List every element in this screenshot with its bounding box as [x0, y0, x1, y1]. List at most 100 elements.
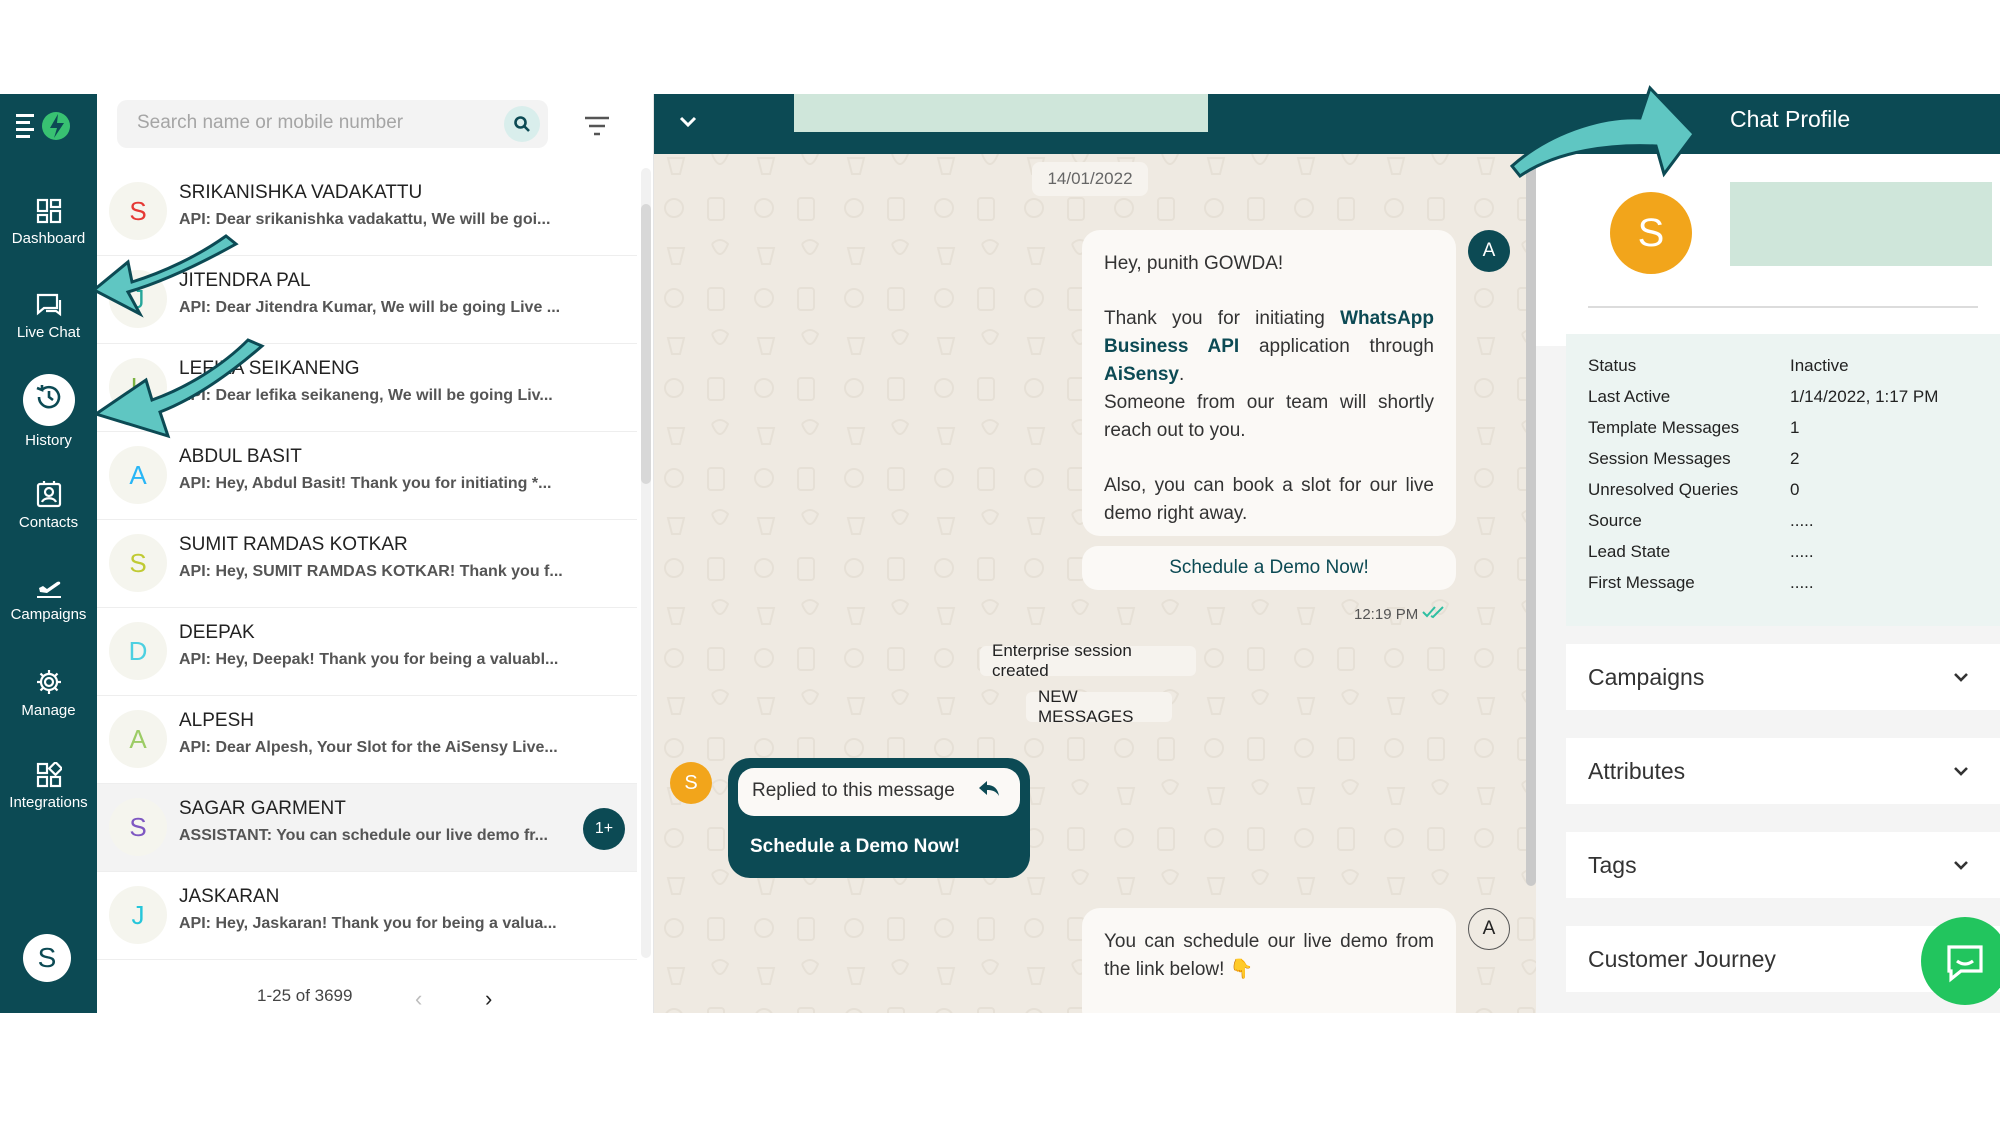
nav-live-chat-label: Live Chat [16, 324, 81, 341]
chat-list: S SRIKANISHKA VADAKATTU API: Dear srikan… [97, 168, 637, 960]
read-ticks-icon [1422, 604, 1446, 624]
nav-manage[interactable]: Manage [0, 668, 97, 746]
last-message-preview: ASSISTANT: You can schedule our live dem… [179, 827, 548, 844]
info-row: First Message..... [1588, 573, 1814, 592]
dashboard-icon [36, 198, 61, 224]
message-team: Someone from our team will shortly reach… [1104, 392, 1434, 441]
prev-page-button[interactable]: ‹ [415, 986, 422, 1012]
chevron-down-icon [1950, 760, 1972, 787]
brand-text: AiSensy [1104, 364, 1179, 385]
chat-icon [36, 293, 61, 317]
contact-name: SUMIT RAMDAS KOTKAR [179, 534, 408, 555]
chat-row[interactable]: S SUMIT RAMDAS KOTKAR API: Hey, SUMIT RA… [97, 520, 637, 608]
message-thanks: Thank you for initiating WhatsApp Busine… [1104, 308, 1434, 441]
chat-row[interactable]: S SRIKANISHKA VADAKATTU API: Dear srikan… [97, 168, 637, 256]
chat-profile-panel: Chat Profile S Status Inactive Last Activ… [1536, 94, 2000, 1013]
chevron-down-icon [1950, 854, 1972, 881]
contact-avatar: S [109, 182, 167, 240]
contact-name: SRIKANISHKA VADAKATTU [179, 182, 423, 203]
chat-row[interactable]: A ABDUL BASIT API: Hey, Abdul Basit! Tha… [97, 432, 637, 520]
chat-row[interactable]: A ALPESH API: Dear Alpesh, Your Slot for… [97, 696, 637, 784]
gear-icon [36, 670, 61, 694]
last-message-preview: API: Hey, Jaskaran! Thank you for being … [179, 915, 557, 932]
unread-badge: 1+ [583, 808, 625, 850]
accordion-attributes[interactable]: Attributes [1566, 738, 2000, 804]
search-icon[interactable] [504, 106, 540, 142]
schedule-demo-button[interactable]: Schedule a Demo Now! [1082, 546, 1456, 590]
info-row: Last Active 1/14/2022, 1:17 PM [1588, 387, 1939, 406]
contact-name: SAGAR GARMENT [179, 798, 346, 819]
last-message-preview: API: Dear Alpesh, Your Slot for the AiSe… [179, 739, 558, 756]
info-row: Session Messages 2 [1588, 449, 1800, 468]
nav-integrations[interactable]: Integrations [0, 762, 97, 840]
pagination-text: 1-25 of 3699 [257, 986, 353, 1005]
accordion-campaigns[interactable]: Campaigns [1566, 644, 2000, 710]
left-nav: Dashboard Live Chat History Contacts Cam… [0, 94, 97, 1013]
outgoing-message: You can schedule our live demo from the … [1082, 908, 1456, 1013]
last-message-preview: API: Hey, SUMIT RAMDAS KOTKAR! Thank you… [179, 563, 563, 580]
nav-contacts-label: Contacts [18, 514, 79, 531]
contact-name-redacted [794, 94, 1208, 132]
contact-name: ALPESH [179, 710, 254, 731]
contact-name: DEEPAK [179, 622, 255, 643]
chat-row[interactable]: J JITENDRA PAL API: Dear Jitendra Kumar,… [97, 256, 637, 344]
search-box [117, 100, 548, 148]
contact-avatar: J [109, 886, 167, 944]
customer-avatar: S [670, 762, 712, 804]
profile-avatar: S [1610, 192, 1692, 274]
logo-icon[interactable] [14, 106, 78, 146]
nav-contacts[interactable]: Contacts [0, 480, 97, 558]
nav-integrations-label: Integrations [9, 794, 88, 811]
conversation-panel: 14/01/2022 Hey, punith GOWDA! Thank you … [654, 94, 1536, 1013]
next-page-button[interactable]: › [485, 986, 492, 1012]
chat-row-selected[interactable]: S SAGAR GARMENT ASSISTANT: You can sched… [97, 784, 637, 872]
nav-dashboard[interactable]: Dashboard [0, 198, 97, 276]
message-book: Also, you can book a slot for our live d… [1104, 475, 1434, 524]
campaigns-icon [36, 581, 61, 598]
last-message-preview: API: Hey, Abdul Basit! Thank you for ini… [179, 475, 552, 492]
message-time: 12:19 PM [1354, 606, 1419, 623]
last-message-preview: API: Hey, Deepak! Thank you for being a … [179, 651, 559, 668]
contact-avatar: A [109, 446, 167, 504]
nav-campaigns-label: Campaigns [10, 606, 87, 623]
app-window: Dashboard Live Chat History Contacts Cam… [0, 94, 2000, 1013]
profile-header: Chat Profile [1536, 94, 2000, 154]
chat-row[interactable]: D DEEPAK API: Hey, Deepak! Thank you for… [97, 608, 637, 696]
filter-icon[interactable] [583, 114, 611, 143]
contact-avatar: S [109, 534, 167, 592]
accordion-tags[interactable]: Tags [1566, 832, 2000, 898]
new-messages-divider: NEW MESSAGES [1026, 687, 1172, 726]
user-avatar[interactable]: S [23, 934, 71, 982]
agent-avatar: A [1468, 908, 1510, 950]
nav-history-label: History [25, 432, 72, 449]
nav-campaigns[interactable]: Campaigns [0, 574, 97, 652]
nav-history[interactable]: History [0, 374, 97, 452]
outgoing-message: Hey, punith GOWDA! Thank you for initiat… [1082, 230, 1456, 536]
reply-arrow-icon [978, 780, 1000, 804]
search-input[interactable] [137, 112, 477, 134]
conversation-header [654, 94, 1536, 154]
chat-row[interactable]: J JASKARAN API: Hey, Jaskaran! Thank you… [97, 872, 637, 960]
integrations-icon [36, 762, 62, 788]
support-chat-button[interactable] [1921, 917, 2000, 1005]
chevron-down-icon [1950, 666, 1972, 693]
contact-avatar: S [109, 798, 167, 856]
contact-name: ABDUL BASIT [179, 446, 302, 467]
contact-name: JASKARAN [179, 886, 280, 907]
info-row: Unresolved Queries 0 [1588, 480, 1800, 499]
message-greeting: Hey, punith GOWDA! [1104, 253, 1284, 274]
quoted-message[interactable]: Replied to this message [738, 768, 1020, 816]
last-message-preview: API: Dear lefika seikaneng, We will be g… [179, 387, 553, 404]
nav-live-chat[interactable]: Live Chat [0, 292, 97, 370]
chevron-down-icon[interactable] [674, 108, 702, 141]
nav-manage-label: Manage [21, 702, 76, 719]
incoming-reply-message: Replied to this message Schedule a Demo … [728, 758, 1030, 878]
conversation-scrollbar[interactable] [1526, 160, 1536, 886]
contact-name: LEFIKA SEIKANENG [179, 358, 360, 379]
info-row: Status Inactive [1588, 356, 1849, 375]
contact-avatar: A [109, 710, 167, 768]
quoted-message-text: Replied to this message [752, 780, 955, 801]
chat-row[interactable]: L LEFIKA SEIKANENG API: Dear lefika seik… [97, 344, 637, 432]
contact-avatar: D [109, 622, 167, 680]
list-scrollbar[interactable] [641, 204, 651, 484]
